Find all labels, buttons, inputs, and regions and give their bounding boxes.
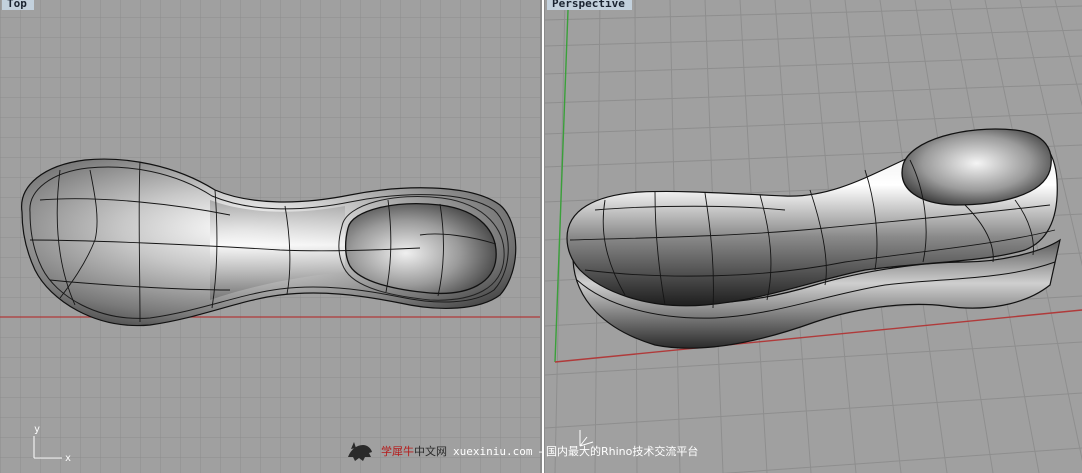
- viewport-title-perspective[interactable]: Perspective: [547, 0, 632, 10]
- watermark-url: xuexiniu.com: [453, 444, 533, 458]
- y-axis-line: [554, 9, 569, 363]
- watermark: 学犀牛中文网 xuexiniu.com - 国内最大的Rhino技术交流平台: [345, 438, 698, 464]
- viewport-perspective[interactable]: Perspective: [545, 0, 1082, 473]
- watermark-brand-red: 学犀牛: [381, 445, 414, 458]
- axis-y-label: y: [34, 424, 40, 435]
- viewport-title-top[interactable]: Top: [2, 0, 34, 10]
- watermark-slogan: - 国内最大的Rhino技术交流平台: [538, 445, 699, 458]
- shoe-model-perspective[interactable]: [566, 128, 1061, 349]
- rhino-logo-icon: [348, 442, 372, 461]
- viewport-top[interactable]: y x Top: [0, 0, 540, 473]
- axis-x-label: x: [65, 453, 71, 464]
- perspective-view-canvas[interactable]: [545, 0, 1082, 473]
- top-view-canvas[interactable]: y x: [0, 0, 540, 473]
- watermark-brand-rest: 中文网: [414, 445, 447, 458]
